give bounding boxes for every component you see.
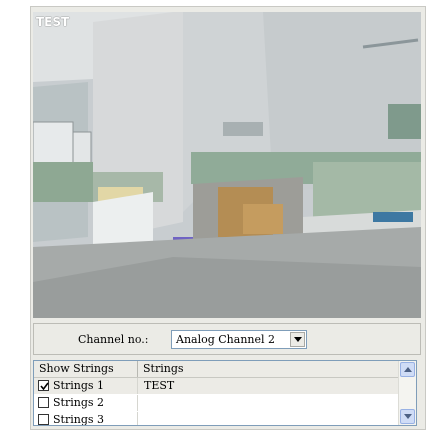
column-header-strings[interactable]: Strings — [138, 361, 400, 377]
show-string-cell: Strings 1 — [34, 378, 138, 394]
strings-table: Show Strings Strings Strings 1 TEST Stri… — [33, 360, 417, 426]
channel-controls: Channel no.: Analog Channel 2 — [33, 323, 421, 355]
string-3-label: Strings 3 — [53, 413, 104, 426]
vertical-scrollbar[interactable] — [398, 361, 416, 425]
show-string-cell: Strings 3 — [34, 412, 138, 426]
string-1-value[interactable]: TEST — [144, 378, 174, 394]
chevron-down-icon[interactable] — [290, 332, 305, 347]
channel-label: Channel no.: — [78, 333, 149, 346]
string-2-label: Strings 2 — [53, 396, 104, 409]
show-string-cell: Strings 2 — [34, 395, 138, 411]
osd-title-overlay: TEST — [36, 15, 70, 29]
check-icon — [40, 382, 49, 391]
string-1-checkbox[interactable] — [38, 380, 49, 391]
channel-select[interactable]: Analog Channel 2 — [171, 330, 307, 349]
scroll-up-icon[interactable] — [400, 362, 415, 377]
channel-select-value: Analog Channel 2 — [176, 333, 276, 346]
string-1-label: Strings 1 — [53, 379, 104, 392]
table-row[interactable]: Strings 1 TEST — [34, 378, 400, 394]
scroll-down-icon[interactable] — [400, 409, 415, 424]
table-header: Show Strings Strings — [34, 361, 400, 378]
live-video-view[interactable]: TEST — [33, 12, 421, 318]
table-row[interactable]: Strings 2 — [34, 395, 400, 411]
camera-image — [33, 12, 421, 318]
column-header-show-strings[interactable]: Show Strings — [34, 361, 138, 377]
string-3-checkbox[interactable] — [38, 414, 49, 425]
table-row[interactable]: Strings 3 — [34, 412, 400, 426]
string-2-checkbox[interactable] — [38, 397, 49, 408]
